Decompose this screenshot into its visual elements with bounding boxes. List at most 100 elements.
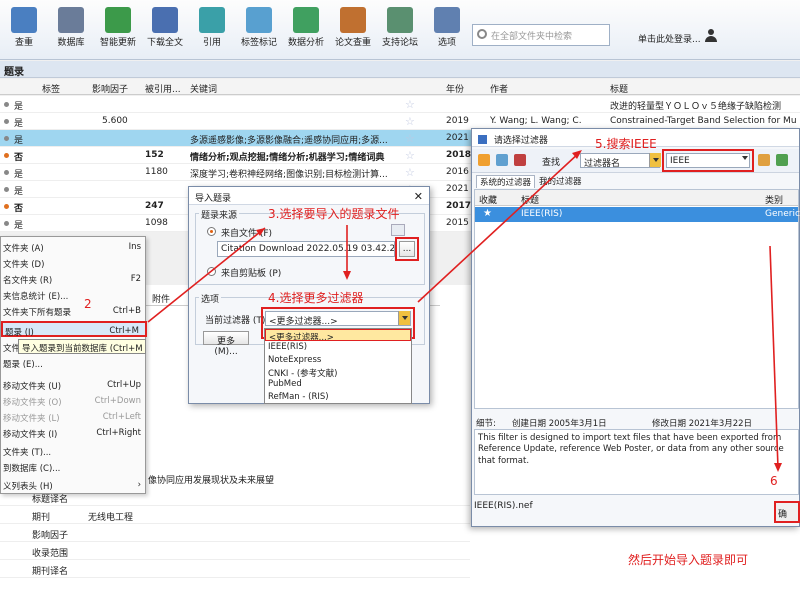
filter-description: This filter is designed to import text f… [474, 429, 799, 495]
star-icon[interactable]: ☆ [405, 166, 415, 179]
star-icon[interactable]: ☆ [405, 115, 415, 128]
tab-my-filters[interactable]: 我的过滤器 [536, 175, 585, 187]
toolbar-icon [58, 7, 84, 33]
context-menu-item[interactable]: 名文件夹 (R) F2 [1, 271, 147, 287]
row-status: 是 [14, 102, 24, 112]
ok-button[interactable]: 确 [774, 501, 800, 523]
status-dot [4, 204, 9, 209]
modified-date: 修改日期 2021年3月22日 [652, 419, 753, 429]
toolbar-button[interactable]: 支持论坛 [378, 4, 422, 58]
from-clipboard-label: 来自剪贴板 (P) [221, 269, 282, 279]
delete-icon[interactable] [514, 154, 526, 166]
row-year: 2018 [446, 150, 472, 160]
col-tag[interactable]: 标签 [42, 82, 60, 95]
toolbar-button-label: 支持论坛 [381, 38, 418, 48]
from-file-label: 来自文件 (F) [221, 229, 273, 239]
context-menu-item[interactable]: 移动文件夹 (L) Ctrl+Left [1, 409, 147, 425]
toolbar-button[interactable]: 智能更新 [96, 4, 140, 58]
col-year[interactable]: 年份 [446, 82, 464, 95]
filter-option[interactable]: <更多过滤器...> [265, 329, 411, 341]
chevron-down-icon[interactable] [649, 153, 661, 167]
menu-item-label: 夹信息统计 (E)... [3, 292, 69, 302]
toolbar-button-label: 数据库 [57, 38, 85, 48]
filter-option[interactable]: IEEE(RIS) [265, 341, 411, 353]
file-menu-icon[interactable] [391, 224, 405, 236]
toolbar-button[interactable]: 查重 [2, 4, 46, 58]
context-menu-item[interactable]: 移动文件夹 (I) Ctrl+Right [1, 425, 147, 441]
close-icon[interactable]: ✕ [414, 190, 423, 203]
filter-option[interactable]: NoteExpress [265, 354, 411, 366]
context-menu-item[interactable]: 文件夹 (A) Ins [1, 239, 147, 255]
from-file-radio[interactable] [207, 227, 216, 236]
menu-item-shortcut: Ins [128, 242, 141, 252]
star-icon[interactable]: ★ [483, 208, 492, 219]
context-menu-item[interactable]: 移动文件夹 (O) Ctrl+Down [1, 393, 147, 409]
menu-item-label: 移动文件夹 (O) [3, 398, 62, 408]
folder-icon[interactable] [478, 154, 490, 166]
toolbar-button[interactable]: 数据库 [49, 4, 93, 58]
toolbar-icon [340, 7, 366, 33]
star-icon[interactable]: ☆ [405, 149, 415, 162]
more-button[interactable]: 更多 (M)... [203, 331, 249, 357]
table-row[interactable]: 是 改进的轻量型ＹＯＬＯｖ５绝缘子缺陷检测 ☆ [0, 96, 800, 113]
context-menu-item[interactable]: 题录 (I) Ctrl+M [1, 321, 147, 338]
user-icon[interactable] [705, 29, 717, 43]
filter-row-title: IEEE(RIS) [521, 209, 563, 219]
context-menu-item[interactable]: 义列表头 (H) › [1, 477, 147, 493]
row-impact: 5.600 [102, 116, 128, 126]
filter-option[interactable]: RefMan - (RIS) [265, 391, 411, 403]
menu-item-shortcut: Ctrl+Right [96, 428, 141, 438]
filter-option[interactable]: CNKI - (参考文献) [265, 366, 411, 378]
filter-row[interactable]: ★ IEEE(RIS) Generic [475, 207, 800, 222]
search-go-icon[interactable] [758, 154, 770, 166]
login-link[interactable]: 单击此处登录... [638, 32, 701, 45]
app-icon [478, 135, 487, 144]
tab-attachments[interactable]: 附件 [152, 292, 170, 305]
star-icon[interactable]: ☆ [405, 98, 415, 111]
toolbar-button[interactable]: 数据分析 [284, 4, 328, 58]
col-keywords[interactable]: 关键词 [190, 82, 217, 95]
app-window: 查重数据库 智能更新 下载全文引用 标签标记 数据分析 论文查重 支持论坛 选项 在全部文件夹中… [0, 0, 800, 600]
row-author: Y. Wang; L. Wang; C. [490, 116, 582, 126]
col-title[interactable]: 标题 [610, 82, 628, 95]
find-field-select[interactable]: 过滤器名 [580, 153, 660, 168]
col-type[interactable]: 类别 [765, 193, 783, 206]
toolbar-button[interactable]: 标签标记 [237, 4, 281, 58]
toolbar-button[interactable]: 引用 [190, 4, 234, 58]
context-menu-item[interactable]: 文件夹 (D) [1, 255, 147, 271]
tooltip: 导入题录到当前数据库 (Ctrl+M [18, 339, 146, 354]
import-dialog-title-text: 导入题录 [195, 194, 232, 204]
row-cited: 152 [145, 150, 164, 160]
col-author[interactable]: 作者 [490, 82, 508, 95]
search-input[interactable]: 在全部文件夹中检索 [472, 24, 610, 46]
col-impact[interactable]: 影响因子 [92, 82, 128, 95]
col-filter-title[interactable]: 标题 [521, 193, 539, 206]
file-path-field[interactable]: Citation Download 2022.05.19 03.42.25.ri… [217, 241, 395, 257]
filter-filename: IEEE(RIS).nef [474, 501, 533, 511]
toolbar-button[interactable]: 选项 [425, 4, 469, 58]
context-menu-item[interactable]: 夹信息统计 (E)... [1, 287, 147, 303]
row-cited: 1098 [145, 218, 168, 228]
context-menu-item[interactable]: 移动文件夹 (U) Ctrl+Up [1, 377, 147, 393]
context-menu-item[interactable]: 文件夹下所有题录 Ctrl+B [1, 303, 147, 319]
filter-label: 当前过滤器 (T) [205, 316, 266, 326]
add-icon[interactable] [776, 154, 788, 166]
menu-item-shortcut: F2 [130, 274, 141, 284]
tab-system-filters[interactable]: 系统的过滤器 [476, 175, 536, 188]
section-title: 题录 [0, 61, 800, 78]
toolbar-button[interactable]: 下载全文 [143, 4, 187, 58]
refresh-icon[interactable] [496, 154, 508, 166]
context-menu-item[interactable]: 文件夹 (T)... [1, 443, 147, 459]
star-icon[interactable]: ☆ [405, 132, 415, 145]
col-fav[interactable]: 收藏 [479, 193, 497, 206]
context-menu-item[interactable]: 到数据库 (C)... [1, 459, 147, 475]
from-clipboard-radio[interactable] [207, 267, 216, 276]
context-menu-item[interactable]: 题录 (E)... [1, 355, 147, 371]
menu-item-shortcut: Ctrl+M [109, 326, 139, 336]
col-cited[interactable]: 被引用... [145, 82, 181, 95]
toolbar-button-label: 引用 [202, 38, 221, 48]
detail-value[interactable]: 无线电工程 [88, 510, 133, 523]
filter-option[interactable]: PubMed [265, 378, 411, 390]
detail-row: 期刊 无线电工程 [0, 506, 470, 524]
toolbar-button[interactable]: 论文查重 [331, 4, 375, 58]
